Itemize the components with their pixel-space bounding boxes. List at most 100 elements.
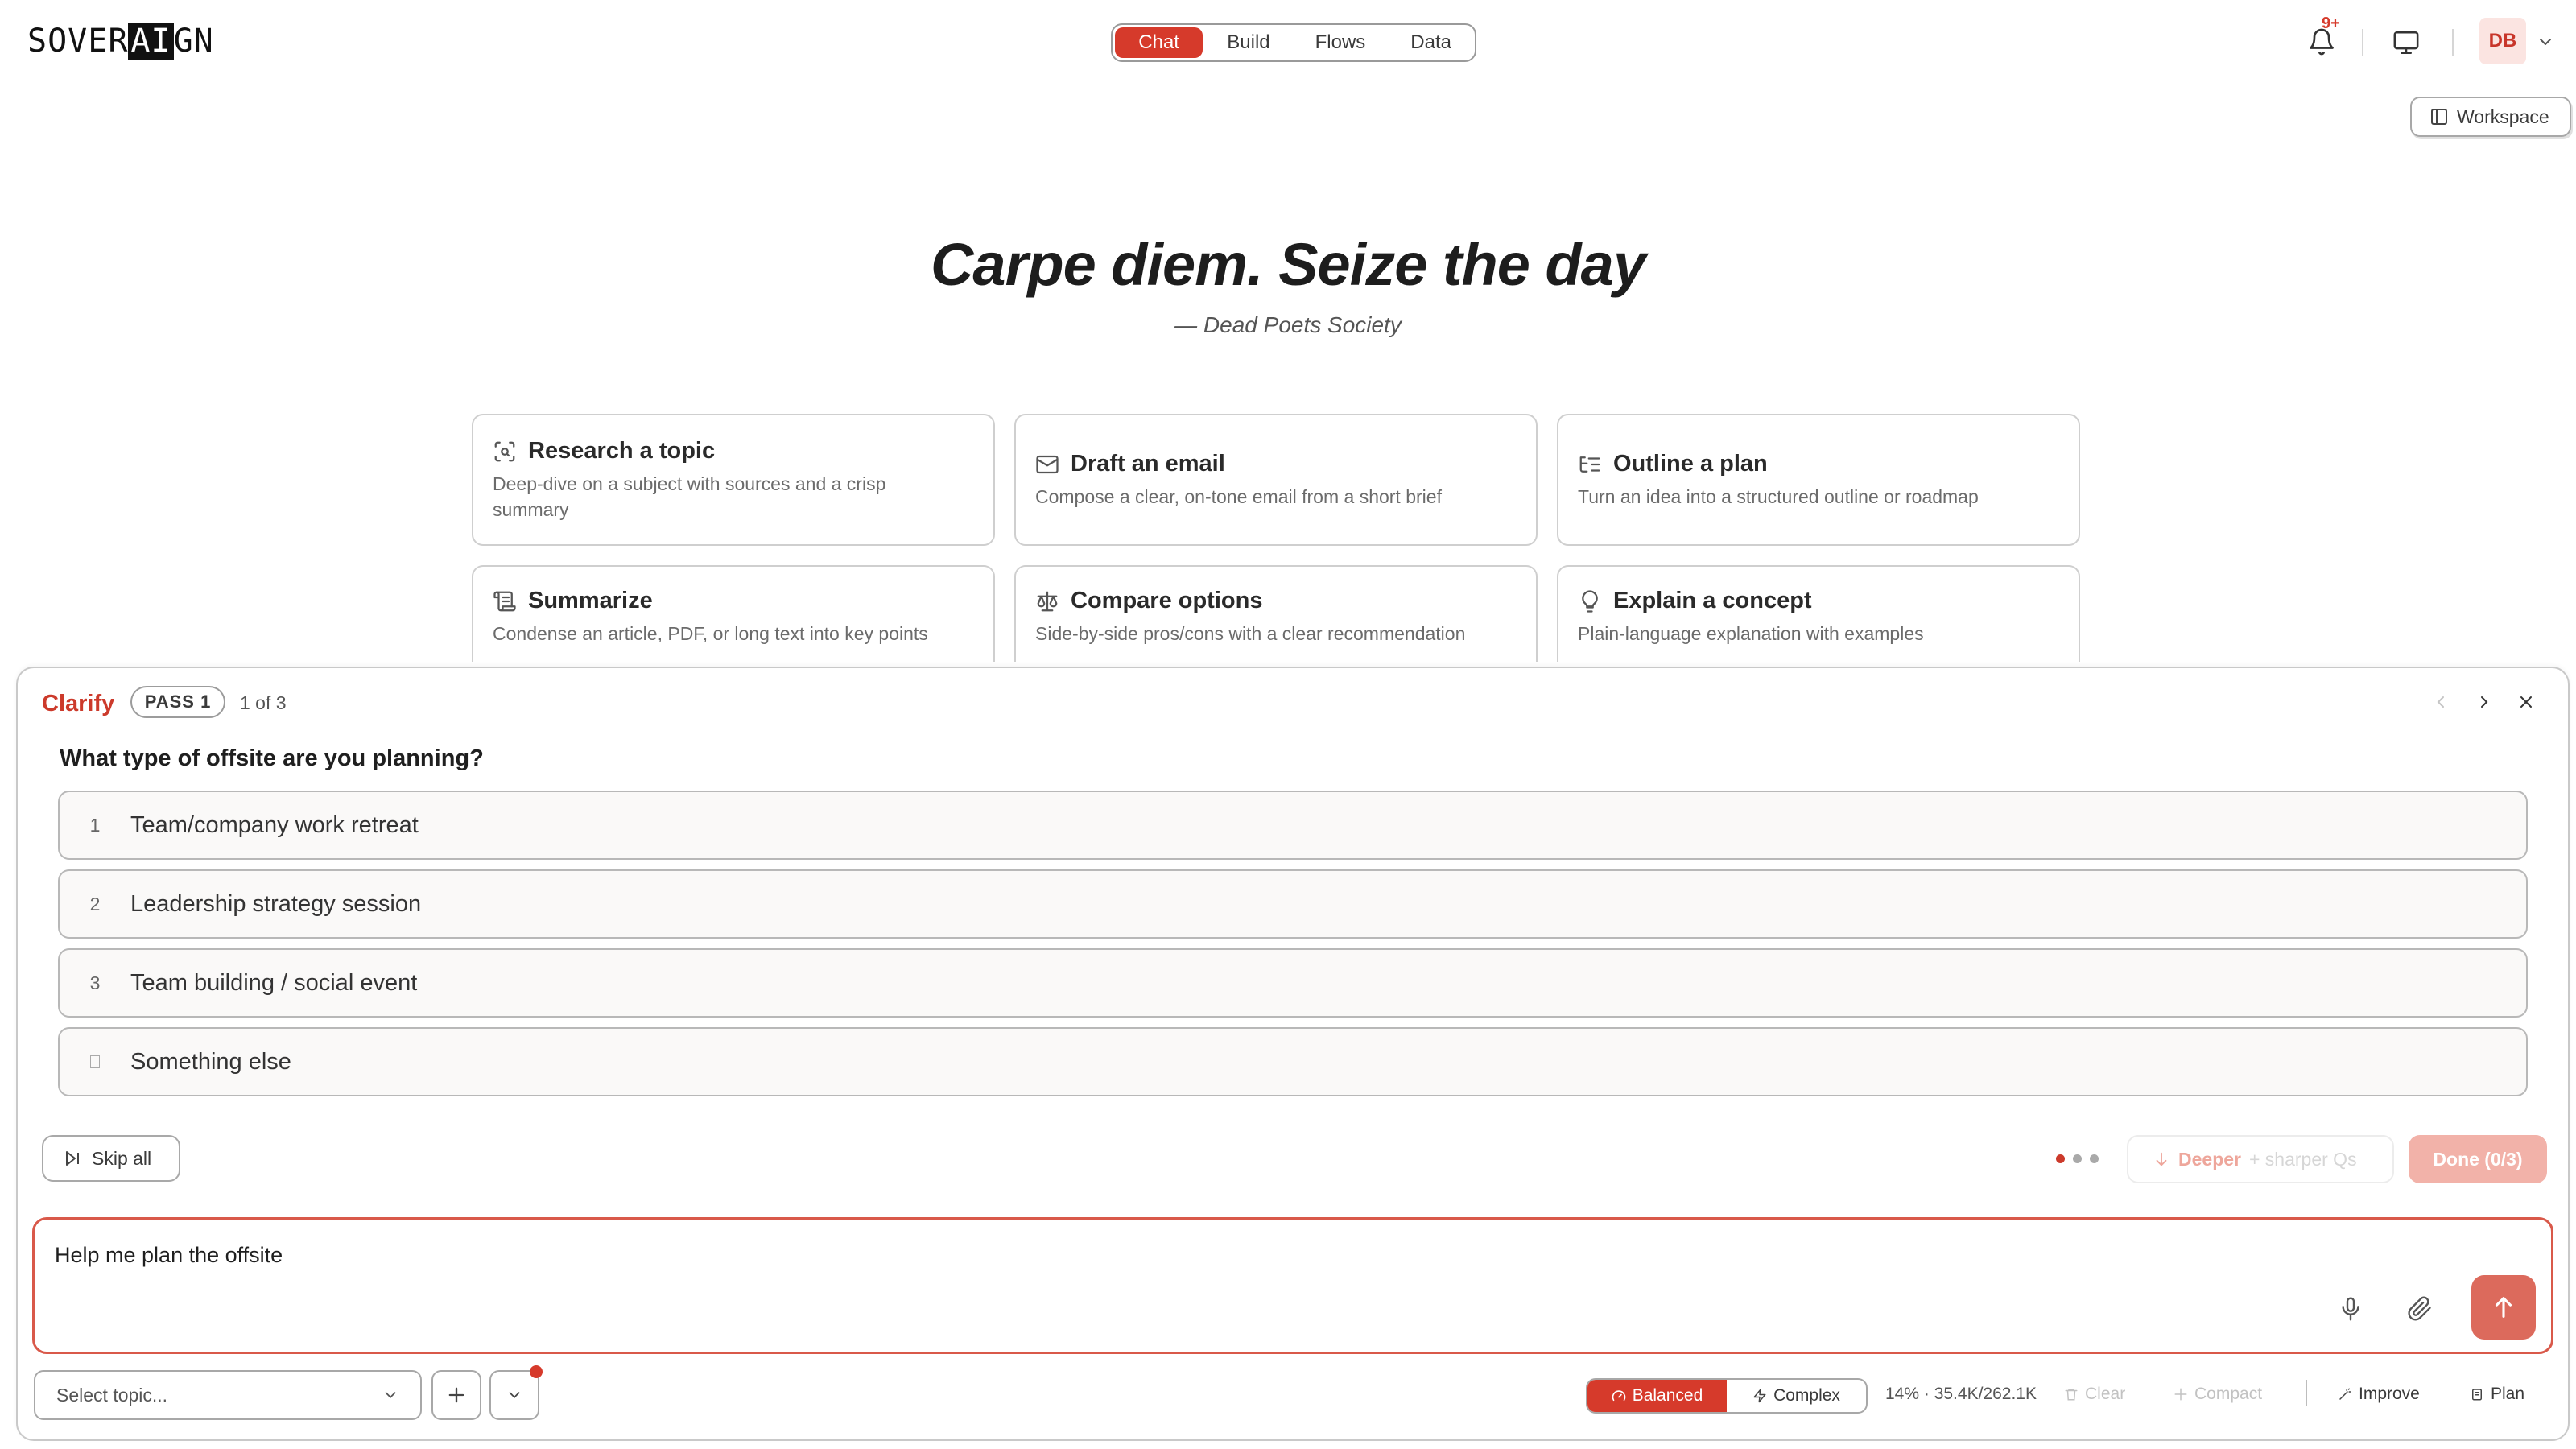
hero-attribution: — Dead Poets Society	[1174, 312, 1402, 337]
card-title: Explain a concept	[1613, 588, 1812, 613]
deeper-label: Deeper	[2178, 1148, 2241, 1170]
card-title: Research a topic	[528, 438, 716, 464]
progress-dot	[2073, 1154, 2082, 1163]
option-2[interactable]: 2 Leadership strategy session	[58, 869, 2528, 939]
chevron-down-icon	[385, 1392, 396, 1399]
footer-divider	[2306, 1380, 2307, 1406]
topic-select[interactable]: Select topic...	[34, 1370, 422, 1420]
mode-balanced[interactable]: Balanced	[1587, 1380, 1727, 1412]
mail-icon	[1036, 455, 1059, 473]
clear-button[interactable]: Clear	[2064, 1385, 2125, 1404]
card-description: Compose a clear, on-tone email from a sh…	[1035, 486, 1442, 507]
tab-data[interactable]: Data	[1389, 27, 1472, 58]
card-explain-a-concept[interactable]: Explain a concept Plain-language explana…	[1557, 565, 2080, 662]
progress-dots	[2056, 1154, 2099, 1163]
skip-all-button[interactable]: Skip all	[42, 1135, 180, 1182]
option-something-else[interactable]: Something else	[58, 1027, 2528, 1096]
option-number: 1	[89, 814, 101, 836]
improve-button[interactable]: Improve	[2338, 1385, 2420, 1404]
progress-dot	[2090, 1154, 2099, 1163]
mode-toggle: Balanced Complex	[1586, 1378, 1868, 1414]
avatar[interactable]: DB	[2479, 18, 2526, 64]
clarify-question: What type of offsite are you planning?	[60, 745, 484, 771]
card-description: Condense an article, PDF, or long text i…	[493, 623, 928, 644]
scan-search-icon	[494, 441, 515, 461]
clipboard-icon	[2472, 1389, 2482, 1401]
progress-dot-active	[2056, 1154, 2065, 1163]
app-logo[interactable]: SOVER AI GN	[27, 21, 214, 61]
deeper-button[interactable]: Deeper + sharper Qs	[2127, 1135, 2394, 1183]
expand-options-button[interactable]	[489, 1370, 539, 1420]
card-compare-options[interactable]: Compare options Side-by-side pros/cons w…	[1014, 565, 1538, 662]
mode-label: Balanced	[1632, 1386, 1703, 1405]
plus-icon	[448, 1387, 464, 1403]
header-divider	[2452, 29, 2454, 56]
clear-label: Clear	[2085, 1385, 2126, 1403]
lightbulb-icon	[1582, 589, 1598, 613]
option-number: 3	[89, 972, 101, 993]
composer-text[interactable]: Help me plan the offsite	[55, 1243, 283, 1268]
skip-forward-icon	[66, 1151, 79, 1166]
hero-quote: Carpe diem. Seize the day	[930, 231, 1646, 298]
gauge-icon	[1612, 1390, 1626, 1402]
message-composer[interactable]	[32, 1217, 2553, 1354]
improve-label: Improve	[2359, 1385, 2420, 1403]
chevron-left-icon[interactable]	[2431, 692, 2450, 712]
custom-option-marker	[60, 1055, 130, 1068]
send-button[interactable]	[2471, 1275, 2536, 1340]
paperclip-icon[interactable]	[2407, 1294, 2433, 1323]
logo-text-part: SOVER	[27, 23, 129, 60]
scroll-icon	[493, 591, 516, 611]
card-description: Turn an idea into a structured outline o…	[1578, 486, 1979, 507]
deeper-hint: + sharper Qs	[2248, 1148, 2357, 1170]
list-tree-icon	[1579, 456, 1600, 473]
option-label: Team building / social event	[130, 969, 418, 996]
mode-complex[interactable]: Complex	[1727, 1380, 1866, 1412]
close-icon[interactable]	[2516, 692, 2536, 712]
trash-icon	[2065, 1389, 2078, 1401]
option-1[interactable]: 1 Team/company work retreat	[58, 791, 2528, 860]
notification-badge: 9+	[2322, 14, 2340, 32]
logo-text-ai: AI	[128, 23, 174, 60]
topic-select-placeholder: Select topic...	[56, 1384, 168, 1406]
add-button[interactable]	[431, 1370, 481, 1420]
card-description: Side-by-side pros/cons with a clear reco…	[1035, 623, 1466, 644]
plan-button[interactable]: Plan	[2470, 1385, 2524, 1404]
monitor-icon[interactable]	[2391, 29, 2421, 56]
card-title: Draft an email	[1071, 451, 1225, 477]
compact-label: Compact	[2194, 1385, 2263, 1403]
workspace-button[interactable]: Workspace	[2410, 97, 2571, 137]
card-research-a-topic[interactable]: Research a topic Deep-dive on a subject …	[472, 414, 995, 546]
card-outline-a-plan[interactable]: Outline a plan Turn an idea into a struc…	[1557, 414, 2080, 546]
card-title: Compare options	[1071, 588, 1263, 613]
pass-count: 1 of 3	[240, 692, 287, 713]
clarify-label: Clarify	[42, 691, 115, 716]
option-label: Something else	[130, 1048, 291, 1075]
card-title: Outline a plan	[1613, 451, 1768, 477]
plan-label: Plan	[2491, 1385, 2525, 1403]
indicator-dot	[530, 1365, 543, 1378]
option-3[interactable]: 3 Team building / social event	[58, 948, 2528, 1018]
option-number: 2	[89, 893, 101, 914]
logo-text-part: GN	[173, 23, 214, 60]
chevron-right-icon[interactable]	[2475, 692, 2494, 712]
card-draft-an-email[interactable]: Draft an email Compose a clear, on-tone …	[1014, 414, 1538, 546]
tab-flows[interactable]: Flows	[1294, 27, 1387, 58]
done-button[interactable]: Done (0/3)	[2409, 1135, 2547, 1183]
microphone-icon[interactable]	[2338, 1294, 2363, 1323]
card-title: Summarize	[528, 588, 653, 613]
mode-tabs: Chat Build Flows Data	[1111, 23, 1476, 62]
tab-build[interactable]: Build	[1206, 27, 1290, 58]
sparkle-icon	[2174, 1388, 2187, 1401]
context-usage: 14% · 35.4K/262.1K	[1885, 1385, 2037, 1403]
compact-button[interactable]: Compact	[2174, 1385, 2262, 1404]
card-summarize[interactable]: Summarize Condense an article, PDF, or l…	[472, 565, 995, 662]
tab-chat[interactable]: Chat	[1115, 27, 1203, 58]
pass-badge: PASS 1	[130, 686, 225, 718]
arrow-down-icon	[2156, 1152, 2167, 1166]
card-description: Plain-language explanation with examples	[1578, 623, 1924, 644]
workspace-label: Workspace	[2457, 105, 2549, 127]
panel-left-icon	[2431, 109, 2447, 125]
chevron-down-icon	[509, 1392, 520, 1399]
chevron-down-icon[interactable]	[2536, 32, 2555, 52]
